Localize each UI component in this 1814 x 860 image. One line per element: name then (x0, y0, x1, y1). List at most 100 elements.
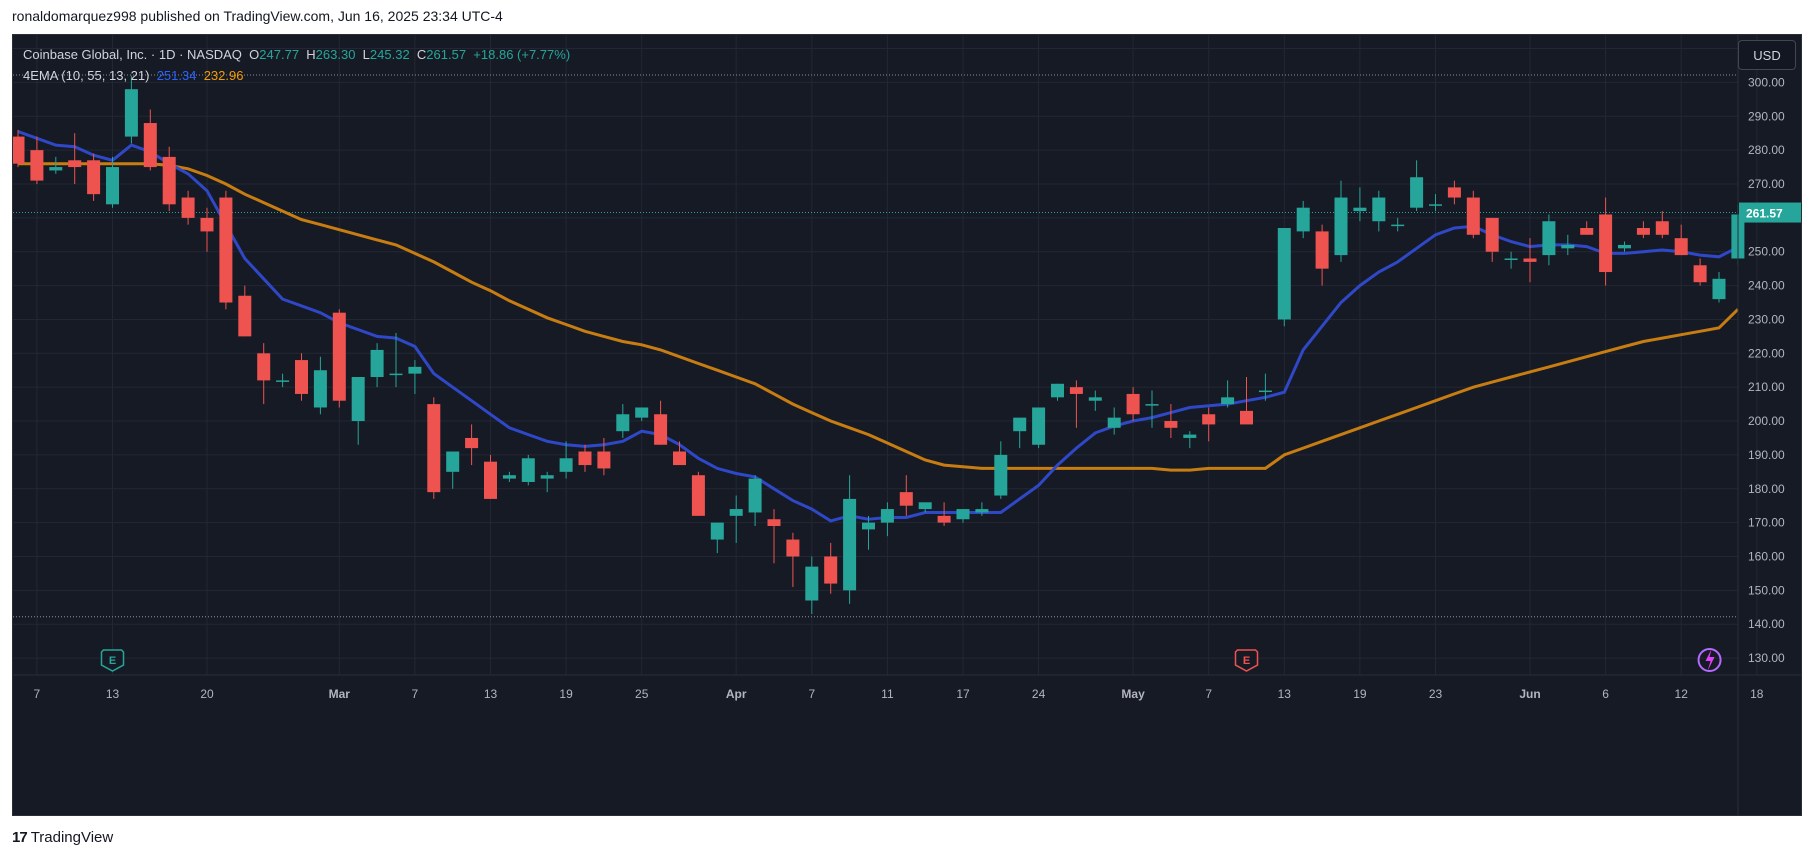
candle-body (1561, 244, 1575, 249)
candle-body (1504, 258, 1518, 260)
price-tick-label: 200.00 (1748, 414, 1785, 428)
candle (295, 353, 308, 401)
candle-body (408, 366, 422, 374)
price-tick-label: 150.00 (1748, 583, 1785, 597)
price-tick-label: 210.00 (1748, 380, 1785, 394)
candle-body (1202, 414, 1216, 425)
candle (87, 153, 101, 201)
candle-body (862, 522, 875, 530)
brand-name: TradingView (30, 829, 114, 846)
price-tick-label: 220.00 (1748, 346, 1785, 360)
candle-body (1391, 224, 1405, 227)
candle-body (1618, 244, 1631, 249)
candle-body (899, 492, 913, 506)
time-tick-label: 6 (1602, 687, 1609, 701)
candle-body (691, 475, 705, 516)
candle-body (1655, 221, 1669, 235)
candle-body (956, 509, 970, 520)
candle-body (106, 167, 119, 205)
candle-body (729, 509, 743, 516)
candle-body (295, 360, 308, 394)
candle-body (1164, 421, 1178, 428)
candle-body (1636, 228, 1650, 235)
candle-body (1296, 207, 1310, 232)
candle-body (1126, 393, 1140, 415)
candle-body (370, 349, 384, 378)
indicator-row: 4EMA (10, 55, 13, 21) 251.34 232.96 (23, 65, 570, 86)
candle-body (559, 458, 573, 472)
time-tick-label: 11 (881, 687, 894, 701)
time-tick-label: 25 (635, 687, 649, 701)
candle-body (805, 566, 819, 601)
time-tick-label: 23 (1429, 687, 1443, 701)
candle-body (502, 475, 516, 479)
candle-body (880, 509, 894, 523)
price-tick-label: 130.00 (1748, 651, 1785, 665)
price-tick-label: 160.00 (1748, 549, 1785, 563)
candle-body (1580, 228, 1594, 235)
close-value: 261.57 (426, 47, 467, 62)
candle-body (13, 136, 25, 164)
price-tick-label: 240.00 (1748, 279, 1785, 293)
price-tick-label: 230.00 (1748, 312, 1785, 326)
currency-button[interactable]: USD (1738, 40, 1796, 70)
time-tick-label: 20 (200, 687, 214, 701)
candle-body (616, 414, 630, 432)
candle (427, 397, 441, 499)
time-tick-label: May (1121, 687, 1145, 701)
candle-body (578, 451, 592, 466)
candlestick-chart[interactable]: 130.00 140.00 150.00 160.00 170.00 180.00 190.… (13, 35, 1801, 815)
symbol-label[interactable]: Coinbase Global, Inc. · 1D · NASDAQ (23, 47, 242, 62)
time-tick-label: 18 (1750, 687, 1764, 701)
time-tick-label: 19 (559, 687, 573, 701)
time-tick-label: 7 (34, 687, 41, 701)
candle (1466, 190, 1480, 239)
candle-body (597, 451, 611, 469)
candle-body (124, 89, 138, 137)
candle-body (1485, 217, 1499, 252)
time-tick-label: 24 (1032, 687, 1046, 701)
candle-body (635, 407, 649, 418)
candle-body (1277, 228, 1291, 320)
candle-body (1240, 410, 1253, 425)
candle-body (68, 160, 82, 168)
candle-body (1145, 404, 1159, 406)
candle-body (238, 295, 252, 337)
change-value: +18.86 (+7.77%) (473, 47, 571, 62)
low-label: L (362, 47, 370, 62)
candle-body (181, 197, 195, 218)
time-tick-label: 19 (1353, 687, 1367, 701)
candle-body (710, 522, 724, 540)
candle-body (994, 454, 1008, 496)
candle (691, 471, 705, 516)
candle-body (484, 461, 497, 499)
indicator-label[interactable]: 4EMA (10, 55, 13, 21) (23, 68, 149, 83)
candle-body (1051, 383, 1064, 398)
time-tick-label: 7 (808, 687, 815, 701)
low-value: 245.32 (369, 47, 410, 62)
candle-body (1523, 258, 1537, 262)
price-tick-label: 300.00 (1748, 75, 1785, 89)
time-tick-label: Mar (329, 687, 351, 701)
ema-fast-value: 251.34 (156, 68, 197, 83)
tradingview-brand: 17 TradingView (12, 829, 113, 846)
time-tick-label: 12 (1675, 687, 1689, 701)
candle-body (1466, 197, 1480, 235)
high-value: 263.30 (315, 47, 356, 62)
candle-body (1353, 207, 1367, 212)
price-tick-label: 250.00 (1748, 245, 1785, 259)
time-tick-label: 7 (412, 687, 419, 701)
candle-body (143, 123, 157, 168)
candle-body (767, 519, 781, 527)
candle-body (786, 539, 800, 557)
candle-body (276, 380, 290, 382)
time-tick-label: 13 (1278, 687, 1292, 701)
time-tick-label: Apr (726, 687, 747, 701)
price-tick-label: 170.00 (1748, 516, 1785, 530)
candle-body (748, 478, 762, 513)
candle-body (1542, 221, 1556, 256)
price-tick-label: 140.00 (1748, 617, 1785, 631)
ema-slow-value: 232.96 (203, 68, 244, 83)
candle-body (219, 197, 233, 303)
candle-body (1372, 197, 1386, 222)
